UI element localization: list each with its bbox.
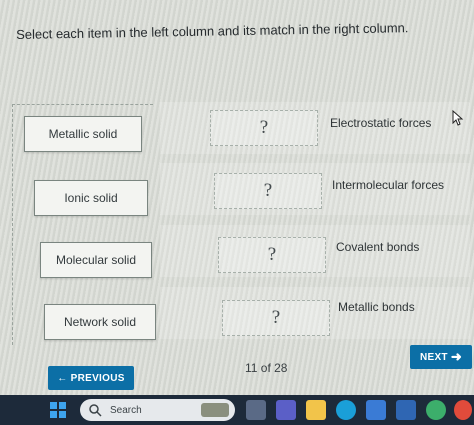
search-placeholder: Search — [110, 404, 142, 416]
mouse-cursor-icon — [452, 110, 464, 126]
question-counter: 11 of 28 — [245, 361, 288, 375]
term-ionic-solid[interactable]: Ionic solid — [34, 180, 148, 216]
previous-button[interactable]: ← PREVIOUS — [48, 366, 134, 390]
question-mark: ? — [259, 117, 269, 138]
arrow-left-icon: ← — [57, 372, 68, 384]
search-icon — [89, 404, 102, 417]
match-electrostatic-forces[interactable]: Electrostatic forces — [330, 116, 431, 130]
answer-slot-1[interactable]: ? — [210, 110, 318, 146]
answer-slot-4[interactable]: ? — [222, 300, 330, 336]
arrow-right-icon: ➜ — [450, 349, 463, 364]
next-button[interactable]: NEXT ➜ — [410, 345, 472, 369]
task-view-icon[interactable] — [246, 400, 266, 420]
file-explorer-icon[interactable] — [306, 400, 326, 420]
question-mark: ? — [271, 307, 281, 328]
question-mark: ? — [267, 244, 277, 265]
store-icon[interactable] — [366, 400, 386, 420]
instruction-text: Select each item in the left column and … — [16, 20, 409, 42]
term-metallic-solid[interactable]: Metallic solid — [24, 116, 142, 152]
match-covalent-bonds[interactable]: Covalent bonds — [336, 240, 419, 254]
match-intermolecular-forces[interactable]: Intermolecular forces — [332, 178, 444, 192]
next-label: NEXT — [419, 351, 448, 363]
question-mark: ? — [263, 180, 273, 201]
term-molecular-solid[interactable]: Molecular solid — [40, 242, 152, 278]
answer-slot-2[interactable]: ? — [214, 173, 322, 209]
taskbar-search-input[interactable]: Search — [80, 399, 235, 421]
answer-slot-3[interactable]: ? — [218, 237, 326, 273]
browser-app-icon[interactable] — [426, 400, 446, 420]
chrome-icon[interactable] — [454, 400, 472, 420]
app-icon[interactable] — [396, 400, 416, 420]
term-network-solid[interactable]: Network solid — [44, 304, 156, 340]
previous-label: PREVIOUS — [70, 372, 125, 384]
windows-start-icon[interactable] — [50, 402, 66, 418]
edge-browser-icon[interactable] — [336, 400, 356, 420]
search-highlight-image-icon — [201, 403, 229, 417]
match-metallic-bonds[interactable]: Metallic bonds — [338, 300, 415, 314]
teams-icon[interactable] — [276, 400, 296, 420]
